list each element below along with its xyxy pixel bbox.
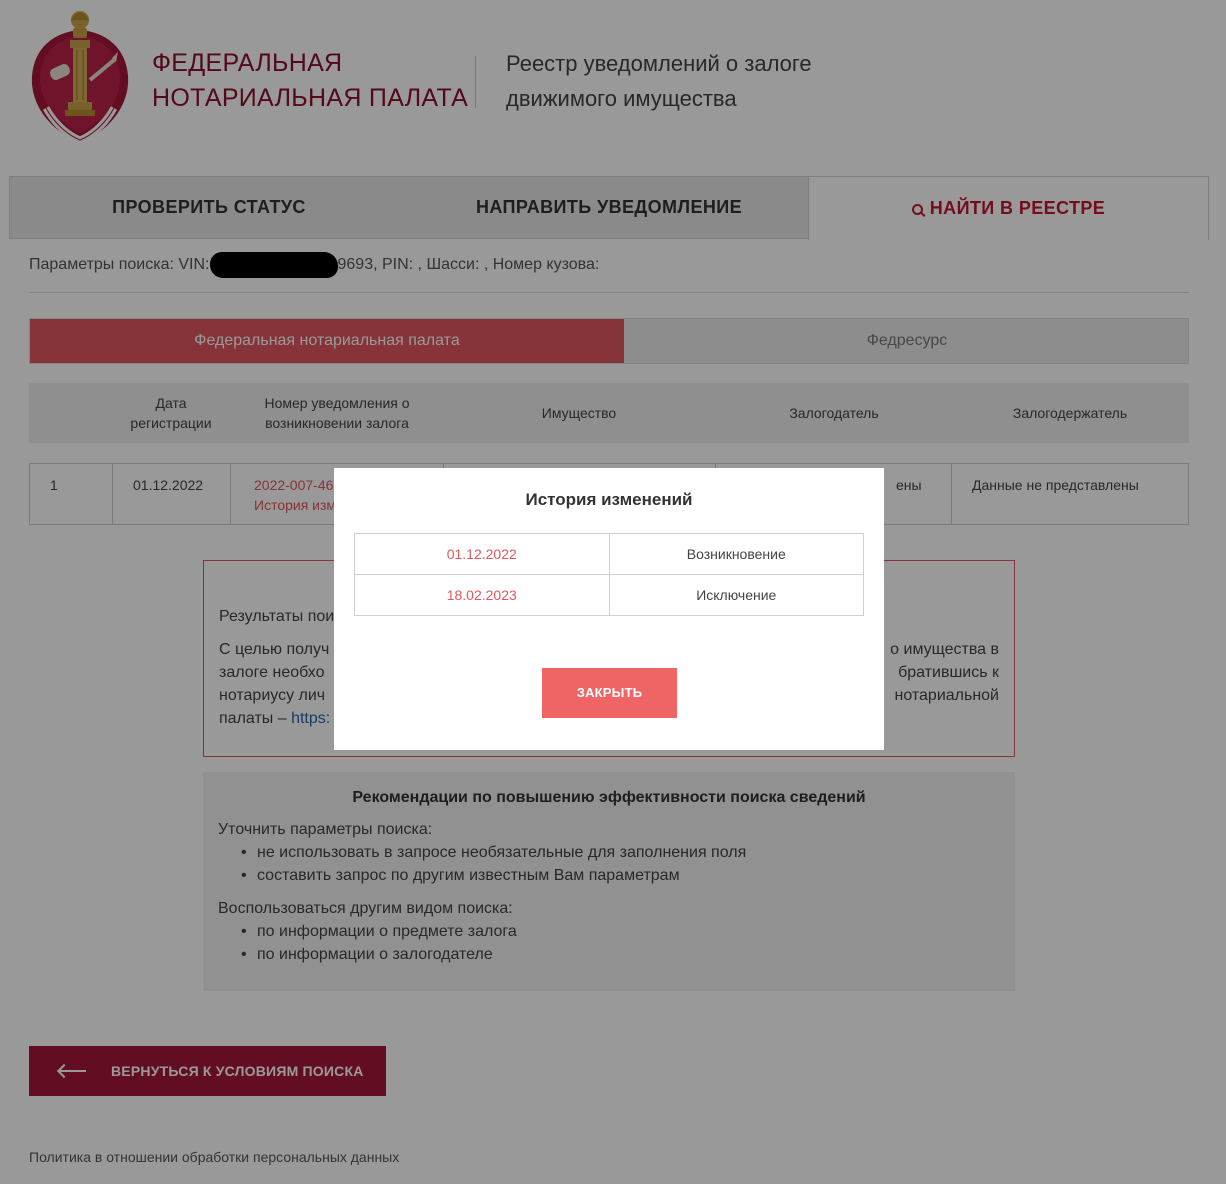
modal-title: История изменений xyxy=(525,490,693,509)
history-modal: История изменений 01.12.2022 Возникновен… xyxy=(334,468,884,750)
history-event: Исключение xyxy=(608,574,864,616)
history-date: 18.02.2023 xyxy=(354,574,610,616)
table-row: 01.12.2022 Возникновение xyxy=(354,533,864,575)
history-date: 01.12.2022 xyxy=(354,533,610,575)
close-button[interactable]: ЗАКРЫТЬ xyxy=(542,668,677,718)
history-event: Возникновение xyxy=(608,533,864,575)
table-row: 18.02.2023 Исключение xyxy=(354,574,864,616)
history-table: 01.12.2022 Возникновение 18.02.2023 Искл… xyxy=(354,533,864,616)
